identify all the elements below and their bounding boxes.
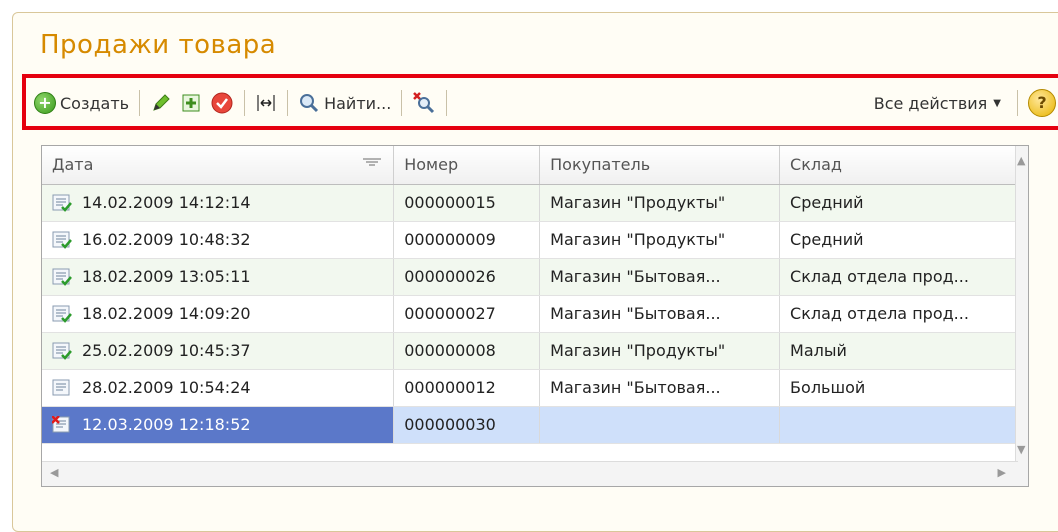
doc-icon — [52, 379, 70, 395]
cell-warehouse[interactable]: Малый — [779, 332, 1018, 370]
table-row[interactable]: 18.02.2009 13:05:11 000000026 Магазин "Быт… — [42, 258, 1018, 296]
cell-date[interactable]: 18.02.2009 13:05:11 — [42, 258, 395, 296]
cell-buyer[interactable]: Магазин "Продукты" — [539, 184, 781, 222]
page-title: Продажи товара — [40, 30, 277, 60]
horizontal-arrows-icon — [255, 92, 277, 114]
posted-doc-icon — [52, 268, 72, 286]
cell-date[interactable]: 12.03.2009 12:18:52 — [42, 406, 395, 444]
vertical-scrollbar[interactable]: ▲ ▼ — [1015, 146, 1028, 486]
cell-warehouse[interactable] — [779, 406, 1018, 444]
scroll-down-icon[interactable]: ▼ — [1017, 443, 1025, 456]
scroll-left-icon[interactable]: ◀ — [50, 466, 58, 479]
horizontal-scrollbar[interactable]: ◀ ▶ — [42, 461, 1018, 486]
posted-doc-icon — [52, 194, 72, 212]
find-button-label: Найти... — [324, 93, 392, 113]
toolbar-separator — [401, 90, 403, 116]
sort-icon — [363, 158, 382, 166]
table-header-row: Дата Номер Покупатель Склад — [42, 146, 1018, 185]
cell-date[interactable]: 14.02.2009 14:12:14 — [42, 184, 395, 222]
cell-warehouse[interactable]: Средний — [779, 184, 1018, 222]
cell-number[interactable]: 000000030 — [393, 406, 541, 444]
column-header-buyer[interactable]: Покупатель — [539, 146, 781, 185]
toolbar-separator — [139, 90, 141, 116]
toolbar: + Создать Найти... Все действия ▼ ? — [30, 84, 1058, 122]
copy-button[interactable] — [176, 88, 206, 118]
cell-number[interactable]: 000000009 — [393, 221, 541, 259]
search-icon — [298, 92, 320, 114]
cell-date[interactable]: 18.02.2009 14:09:20 — [42, 295, 395, 333]
cell-buyer[interactable]: Магазин "Бытовая... — [539, 369, 781, 407]
documents-table[interactable]: Дата Номер Покупатель Склад 14.02.2009 1… — [41, 145, 1029, 487]
cell-number[interactable]: 000000026 — [393, 258, 541, 296]
date-text: 25.02.2009 10:45:37 — [82, 341, 251, 360]
date-text: 14.02.2009 14:12:14 — [82, 193, 251, 212]
cell-warehouse[interactable]: Средний — [779, 221, 1018, 259]
cell-number[interactable]: 000000008 — [393, 332, 541, 370]
table-row[interactable]: 12.03.2009 12:18:52 000000030 — [42, 406, 1018, 444]
posted-doc-icon — [52, 231, 72, 249]
scroll-right-icon[interactable]: ▶ — [998, 466, 1006, 479]
all-actions-dropdown[interactable]: Все действия ▼ — [870, 88, 1011, 118]
cancel-search-icon — [412, 91, 436, 115]
post-button[interactable] — [206, 88, 238, 118]
cancel-search-button[interactable] — [408, 88, 440, 118]
cell-number[interactable]: 000000012 — [393, 369, 541, 407]
cell-buyer[interactable]: Магазин "Продукты" — [539, 332, 781, 370]
cell-warehouse[interactable]: Склад отдела прод... — [779, 258, 1018, 296]
check-circle-icon — [210, 91, 234, 115]
edit-button[interactable] — [146, 88, 176, 118]
create-button-label: Создать — [60, 93, 130, 113]
toolbar-separator — [287, 90, 289, 116]
all-actions-label: Все действия — [873, 93, 988, 113]
posted-doc-icon — [52, 342, 72, 360]
date-text: 18.02.2009 14:09:20 — [82, 304, 251, 323]
cell-date[interactable]: 25.02.2009 10:45:37 — [42, 332, 395, 370]
date-text: 12.03.2009 12:18:52 — [82, 415, 251, 434]
date-text: 28.02.2009 10:54:24 — [82, 378, 251, 397]
date-text: 16.02.2009 10:48:32 — [82, 230, 251, 249]
posted-doc-icon — [52, 305, 72, 323]
chevron-down-icon: ▼ — [993, 97, 1001, 109]
add-copy-icon — [180, 92, 202, 114]
plus-circle-icon: + — [34, 92, 56, 114]
cell-buyer[interactable]: Магазин "Продукты" — [539, 221, 781, 259]
column-header-warehouse[interactable]: Склад — [779, 146, 1018, 185]
toolbar-separator — [446, 90, 448, 116]
cell-number[interactable]: 000000027 — [393, 295, 541, 333]
cell-number[interactable]: 000000015 — [393, 184, 541, 222]
table-row[interactable]: 25.02.2009 10:45:37 000000008 Магазин "Про… — [42, 332, 1018, 370]
cell-buyer[interactable] — [539, 406, 781, 444]
column-header-number[interactable]: Номер — [393, 146, 541, 185]
date-text: 18.02.2009 13:05:11 — [82, 267, 251, 286]
cell-warehouse[interactable]: Склад отдела прод... — [779, 295, 1018, 333]
table-row[interactable]: 18.02.2009 14:09:20 000000027 Магазин "Быт… — [42, 295, 1018, 333]
table-row[interactable]: 28.02.2009 10:54:24 000000012 Магазин "Быт… — [42, 369, 1018, 407]
toolbar-separator — [1017, 90, 1018, 116]
cell-date[interactable]: 16.02.2009 10:48:32 — [42, 221, 395, 259]
scroll-up-icon[interactable]: ▲ — [1017, 154, 1025, 167]
table-row[interactable]: 14.02.2009 14:12:14 000000015 Магазин "Про… — [42, 184, 1018, 222]
column-header-date[interactable]: Дата — [42, 146, 395, 185]
pencil-icon — [150, 92, 172, 114]
help-button[interactable]: ? — [1024, 88, 1058, 118]
cell-buyer[interactable]: Магазин "Бытовая... — [539, 295, 781, 333]
fit-columns-button[interactable] — [251, 88, 281, 118]
find-button[interactable]: Найти... — [294, 88, 395, 118]
cell-warehouse[interactable]: Большой — [779, 369, 1018, 407]
deleted-doc-icon — [52, 415, 70, 432]
table-row[interactable]: 16.02.2009 10:48:32 000000009 Магазин "Про… — [42, 221, 1018, 259]
toolbar-separator — [244, 90, 246, 116]
cell-buyer[interactable]: Магазин "Бытовая... — [539, 258, 781, 296]
help-icon: ? — [1028, 89, 1056, 117]
cell-date[interactable]: 28.02.2009 10:54:24 — [42, 369, 395, 407]
create-button[interactable]: + Создать — [30, 88, 133, 118]
